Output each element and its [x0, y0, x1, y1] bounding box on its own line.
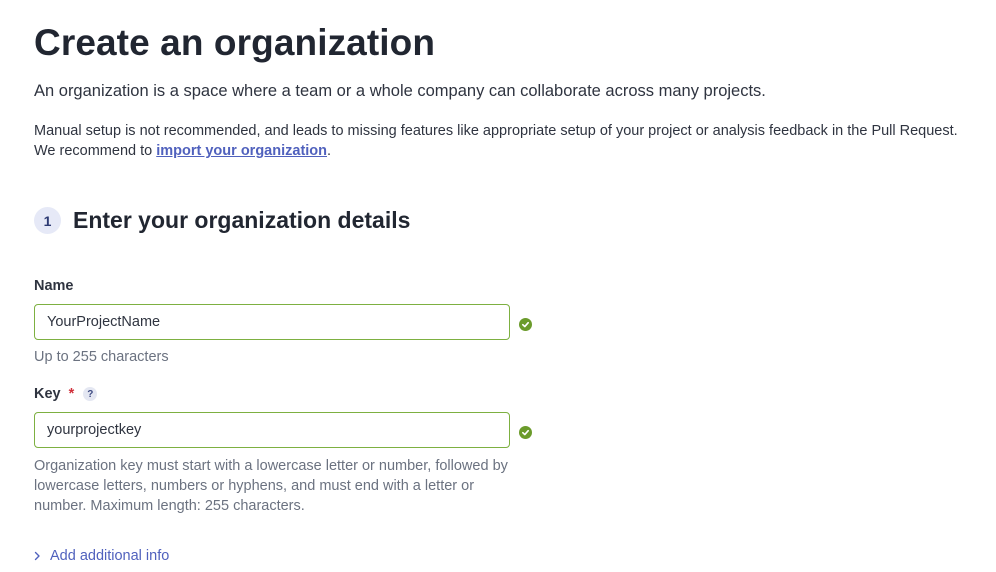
add-additional-info-toggle[interactable]: Add additional info: [34, 548, 169, 564]
import-organization-link[interactable]: import your organization: [156, 143, 327, 159]
step-title: Enter your organization details: [73, 207, 411, 233]
page-title: Create an organization: [34, 22, 436, 63]
key-hint: Organization key must start with a lower…: [34, 456, 508, 516]
key-hint-line: lowercase letters, numbers or hyphens, a…: [34, 478, 475, 494]
add-additional-info-label: Add additional info: [50, 548, 170, 564]
key-input[interactable]: [34, 412, 510, 448]
chevron-right-icon: [34, 551, 41, 561]
check-circle-icon: [519, 318, 532, 331]
manual-setup-warning: Manual setup is not recommended, and lea…: [34, 121, 994, 161]
warning-line-1: Manual setup is not recommended, and lea…: [34, 123, 958, 139]
key-label: Key * ?: [34, 386, 98, 402]
required-asterisk: *: [68, 386, 75, 402]
key-hint-line: number. Maximum length: 255 characters.: [34, 498, 305, 514]
key-hint-line: Organization key must start with a lower…: [34, 458, 508, 474]
warning-suffix: .: [327, 143, 332, 159]
step-header: 1 Enter your organization details: [34, 207, 410, 234]
key-label-text: Key: [34, 386, 61, 402]
check-circle-icon: [519, 426, 532, 439]
question-circle-icon[interactable]: ?: [83, 387, 98, 401]
page-intro: An organization is a space where a team …: [34, 82, 766, 100]
warning-prefix: We recommend to: [34, 143, 157, 159]
name-hint: Up to 255 characters: [34, 349, 169, 365]
name-label-text: Name: [34, 278, 74, 294]
warning-line-2: We recommend to import your organization…: [34, 141, 994, 161]
step-number-badge: 1: [34, 207, 61, 234]
name-input[interactable]: [34, 304, 510, 340]
name-label: Name: [34, 278, 74, 294]
